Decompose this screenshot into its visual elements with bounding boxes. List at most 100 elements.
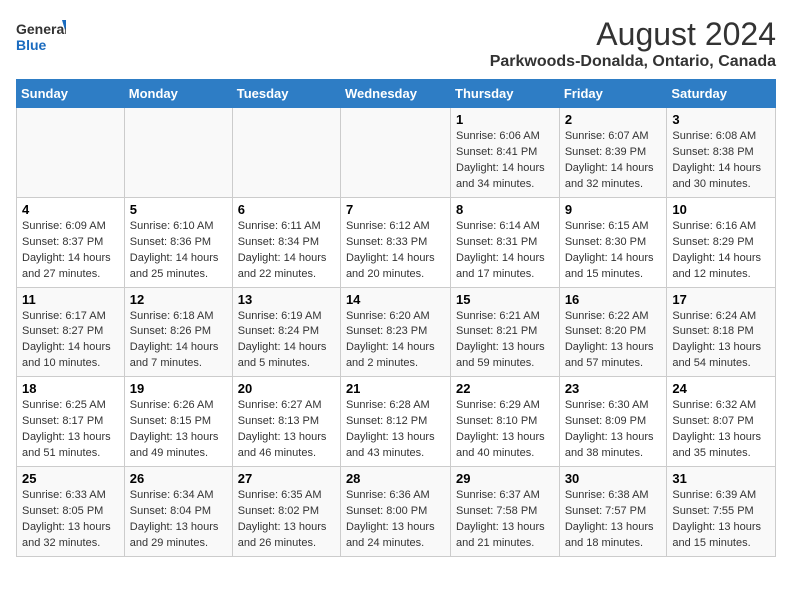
day-info: Sunrise: 6:37 AMSunset: 7:58 PMDaylight:…	[456, 488, 554, 552]
calendar-cell: 10 Sunrise: 6:16 AMSunset: 8:29 PMDayligh…	[667, 197, 776, 287]
calendar-cell: 25Sunrise: 6:33 AMSunset: 8:05 PMDayligh…	[17, 467, 125, 557]
svg-text:Blue: Blue	[16, 37, 47, 53]
calendar-cell: 19 Sunrise: 6:26 AMSunset: 8:15 PMDayligh…	[124, 377, 232, 467]
day-info: Sunrise: 6:29 AMSunset: 8:10 PMDaylight:…	[456, 398, 554, 462]
day-info: Sunrise: 6:15 AMSunset: 8:30 PMDaylight:…	[565, 219, 662, 283]
calendar-cell	[340, 108, 450, 198]
calendar-cell: 4 Sunrise: 6:09 AMSunset: 8:37 PMDaylight…	[17, 197, 125, 287]
day-number: 3	[672, 112, 770, 127]
calendar-cell: 13 Sunrise: 6:19 AMSunset: 8:24 PMDayligh…	[232, 287, 340, 377]
calendar-cell: 8Sunrise: 6:14 AMSunset: 8:31 PMDaylight…	[451, 197, 560, 287]
day-number: 19	[130, 381, 227, 396]
day-number: 14	[346, 292, 445, 307]
day-info: Sunrise: 6:26 AMSunset: 8:15 PMDaylight:…	[130, 398, 227, 462]
calendar-cell: 29 Sunrise: 6:37 AMSunset: 7:58 PMDayligh…	[451, 467, 560, 557]
day-info: Sunrise: 6:21 AMSunset: 8:21 PMDaylight:…	[456, 309, 554, 373]
day-number: 23	[565, 381, 662, 396]
day-info: Sunrise: 6:32 AMSunset: 8:07 PMDaylight:…	[672, 398, 770, 462]
calendar-cell: 24 Sunrise: 6:32 AMSunset: 8:07 PMDayligh…	[667, 377, 776, 467]
day-number: 26	[130, 471, 227, 486]
day-info: Sunrise: 6:30 AMSunset: 8:09 PMDaylight:…	[565, 398, 662, 462]
day-info: Sunrise: 6:38 AMSunset: 7:57 PMDaylight:…	[565, 488, 662, 552]
calendar-cell: 23 Sunrise: 6:30 AMSunset: 8:09 PMDayligh…	[559, 377, 667, 467]
day-number: 16	[565, 292, 662, 307]
day-info: Sunrise: 6:10 AMSunset: 8:36 PMDaylight:…	[130, 219, 227, 283]
week-row-1: 1Sunrise: 6:06 AMSunset: 8:41 PMDaylight…	[17, 108, 776, 198]
header-cell-tuesday: Tuesday	[232, 80, 340, 108]
day-number: 27	[238, 471, 335, 486]
day-number: 15	[456, 292, 554, 307]
day-number: 31	[672, 471, 770, 486]
calendar-cell: 17 Sunrise: 6:24 AMSunset: 8:18 PMDayligh…	[667, 287, 776, 377]
calendar-cell: 27 Sunrise: 6:35 AMSunset: 8:02 PMDayligh…	[232, 467, 340, 557]
day-info: Sunrise: 6:07 AMSunset: 8:39 PMDaylight:…	[565, 129, 662, 193]
day-info: Sunrise: 6:16 AMSunset: 8:29 PMDaylight:…	[672, 219, 770, 283]
header-cell-saturday: Saturday	[667, 80, 776, 108]
day-number: 24	[672, 381, 770, 396]
day-number: 4	[22, 202, 119, 217]
day-info: Sunrise: 6:39 AMSunset: 7:55 PMDaylight:…	[672, 488, 770, 552]
title-area: August 2024 Parkwoods-Donalda, Ontario, …	[490, 16, 776, 71]
day-info: Sunrise: 6:06 AMSunset: 8:41 PMDaylight:…	[456, 129, 554, 193]
week-row-4: 18 Sunrise: 6:25 AMSunset: 8:17 PMDayligh…	[17, 377, 776, 467]
header-cell-thursday: Thursday	[451, 80, 560, 108]
day-info: Sunrise: 6:27 AMSunset: 8:13 PMDaylight:…	[238, 398, 335, 462]
header-cell-monday: Monday	[124, 80, 232, 108]
day-info: Sunrise: 6:35 AMSunset: 8:02 PMDaylight:…	[238, 488, 335, 552]
calendar-cell: 7 Sunrise: 6:12 AMSunset: 8:33 PMDaylight…	[340, 197, 450, 287]
day-number: 18	[22, 381, 119, 396]
calendar-cell: 14Sunrise: 6:20 AMSunset: 8:23 PMDayligh…	[340, 287, 450, 377]
calendar-cell: 26 Sunrise: 6:34 AMSunset: 8:04 PMDayligh…	[124, 467, 232, 557]
day-info: Sunrise: 6:14 AMSunset: 8:31 PMDaylight:…	[456, 219, 554, 283]
week-row-3: 11 Sunrise: 6:17 AMSunset: 8:27 PMDayligh…	[17, 287, 776, 377]
calendar-table: SundayMondayTuesdayWednesdayThursdayFrid…	[16, 79, 776, 557]
calendar-cell: 31 Sunrise: 6:39 AMSunset: 7:55 PMDayligh…	[667, 467, 776, 557]
calendar-cell	[17, 108, 125, 198]
calendar-cell: 21Sunrise: 6:28 AMSunset: 8:12 PMDayligh…	[340, 377, 450, 467]
calendar-cell: 28Sunrise: 6:36 AMSunset: 8:00 PMDayligh…	[340, 467, 450, 557]
main-title: August 2024	[490, 16, 776, 53]
header-cell-sunday: Sunday	[17, 80, 125, 108]
subtitle: Parkwoods-Donalda, Ontario, Canada	[490, 53, 776, 71]
day-info: Sunrise: 6:08 AMSunset: 8:38 PMDaylight:…	[672, 129, 770, 193]
header-row: SundayMondayTuesdayWednesdayThursdayFrid…	[17, 80, 776, 108]
day-number: 11	[22, 292, 119, 307]
header-cell-wednesday: Wednesday	[340, 80, 450, 108]
svg-text:General: General	[16, 21, 66, 37]
calendar-cell: 30Sunrise: 6:38 AMSunset: 7:57 PMDayligh…	[559, 467, 667, 557]
calendar-cell: 9Sunrise: 6:15 AMSunset: 8:30 PMDaylight…	[559, 197, 667, 287]
day-number: 10	[672, 202, 770, 217]
calendar-cell: 6 Sunrise: 6:11 AMSunset: 8:34 PMDaylight…	[232, 197, 340, 287]
calendar-cell: 1Sunrise: 6:06 AMSunset: 8:41 PMDaylight…	[451, 108, 560, 198]
day-number: 2	[565, 112, 662, 127]
day-info: Sunrise: 6:09 AMSunset: 8:37 PMDaylight:…	[22, 219, 119, 283]
day-number: 28	[346, 471, 445, 486]
calendar-cell: 22Sunrise: 6:29 AMSunset: 8:10 PMDayligh…	[451, 377, 560, 467]
day-info: Sunrise: 6:12 AMSunset: 8:33 PMDaylight:…	[346, 219, 445, 283]
day-number: 21	[346, 381, 445, 396]
day-info: Sunrise: 6:17 AMSunset: 8:27 PMDaylight:…	[22, 309, 119, 373]
day-info: Sunrise: 6:24 AMSunset: 8:18 PMDaylight:…	[672, 309, 770, 373]
week-row-2: 4 Sunrise: 6:09 AMSunset: 8:37 PMDaylight…	[17, 197, 776, 287]
calendar-cell: 20 Sunrise: 6:27 AMSunset: 8:13 PMDayligh…	[232, 377, 340, 467]
day-number: 7	[346, 202, 445, 217]
calendar-cell: 15 Sunrise: 6:21 AMSunset: 8:21 PMDayligh…	[451, 287, 560, 377]
day-number: 17	[672, 292, 770, 307]
day-info: Sunrise: 6:11 AMSunset: 8:34 PMDaylight:…	[238, 219, 335, 283]
header-cell-friday: Friday	[559, 80, 667, 108]
day-info: Sunrise: 6:19 AMSunset: 8:24 PMDaylight:…	[238, 309, 335, 373]
logo: General Blue	[16, 16, 66, 60]
day-info: Sunrise: 6:18 AMSunset: 8:26 PMDaylight:…	[130, 309, 227, 373]
day-number: 29	[456, 471, 554, 486]
day-number: 20	[238, 381, 335, 396]
day-info: Sunrise: 6:22 AMSunset: 8:20 PMDaylight:…	[565, 309, 662, 373]
day-number: 6	[238, 202, 335, 217]
week-row-5: 25Sunrise: 6:33 AMSunset: 8:05 PMDayligh…	[17, 467, 776, 557]
calendar-cell: 12 Sunrise: 6:18 AMSunset: 8:26 PMDayligh…	[124, 287, 232, 377]
day-info: Sunrise: 6:34 AMSunset: 8:04 PMDaylight:…	[130, 488, 227, 552]
calendar-cell: 16 Sunrise: 6:22 AMSunset: 8:20 PMDayligh…	[559, 287, 667, 377]
day-number: 12	[130, 292, 227, 307]
day-number: 13	[238, 292, 335, 307]
day-info: Sunrise: 6:25 AMSunset: 8:17 PMDaylight:…	[22, 398, 119, 462]
calendar-cell	[124, 108, 232, 198]
